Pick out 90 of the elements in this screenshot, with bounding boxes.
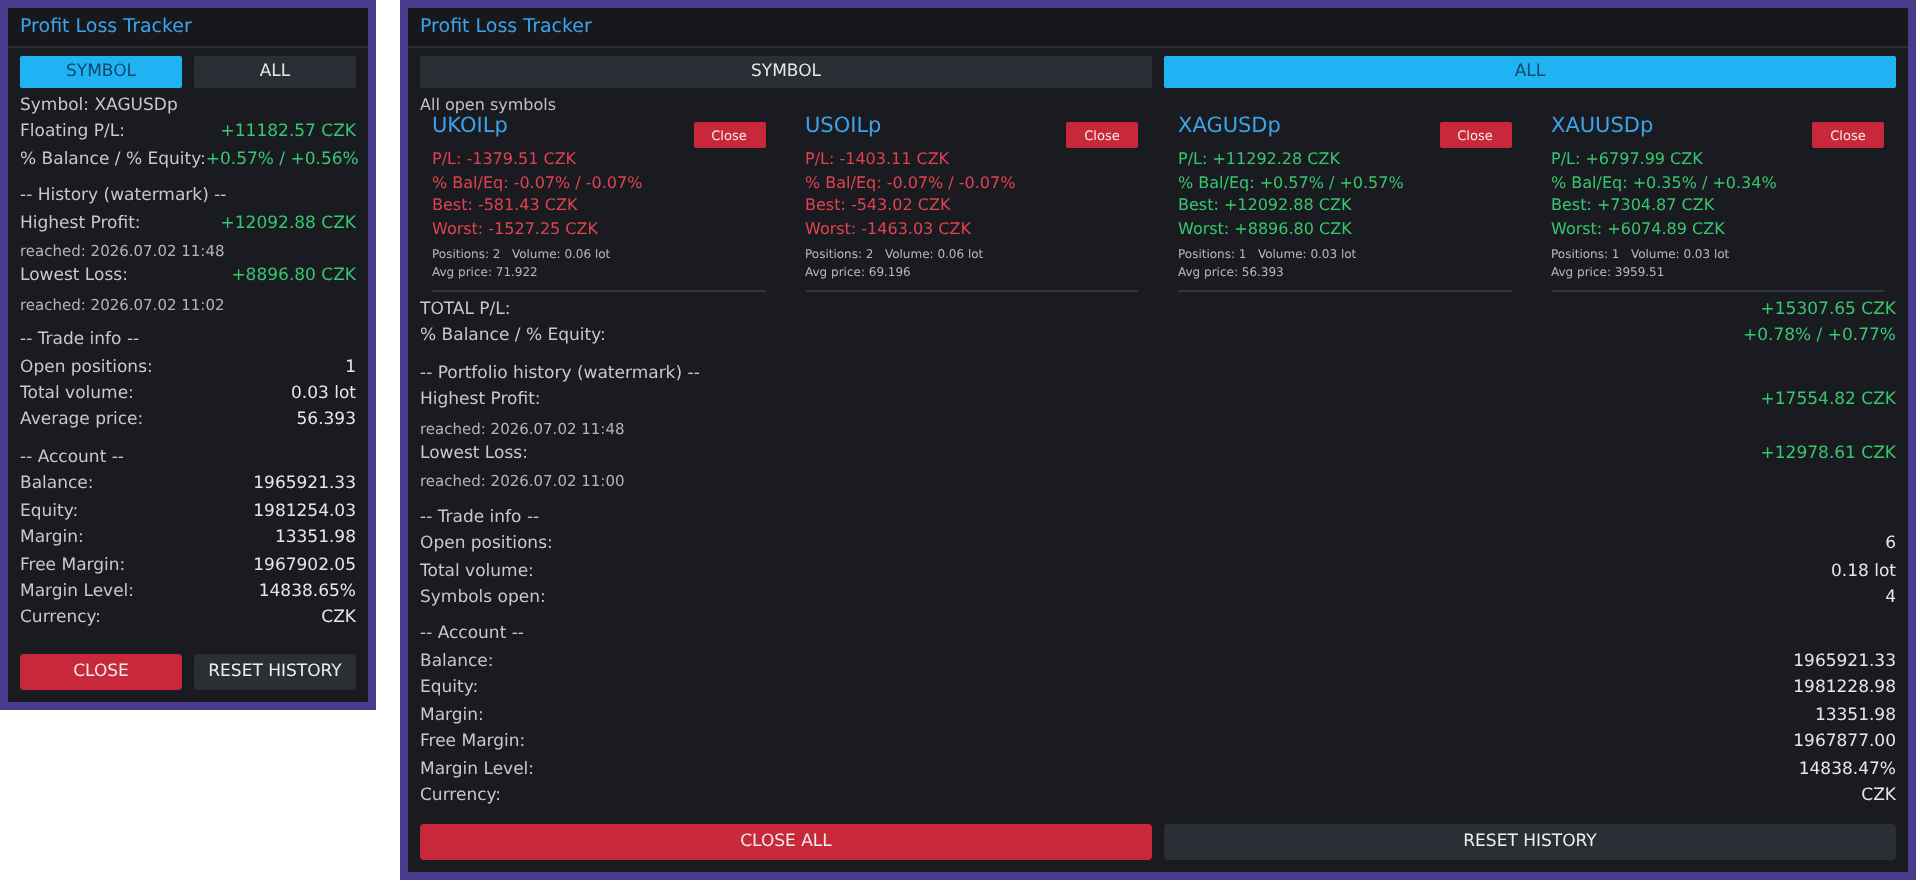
field-label: Free Margin: <box>420 730 526 757</box>
field-value: +12978.61 CZK <box>1760 442 1896 469</box>
field-label: Margin: <box>420 703 484 730</box>
field-label: Margin Level: <box>420 757 535 783</box>
field-value: +15307.65 CZK <box>1760 298 1896 324</box>
field-value: 13351.98 <box>1814 703 1896 730</box>
field-value: 0.03 lot <box>290 382 356 409</box>
symbol-name: UKOILp <box>432 114 508 138</box>
panel-title: Profit Loss Tracker <box>408 8 1908 48</box>
section-heading: -- Account -- <box>20 445 124 472</box>
field-label: Margin Level: <box>20 579 135 606</box>
field-label: Balance: <box>420 649 494 676</box>
card-stat: Best: -543.02 CZK <box>805 194 953 217</box>
field-label: Margin: <box>20 526 84 553</box>
field-value: +11182.57 CZK <box>220 120 356 147</box>
field-label: Floating P/L: <box>20 120 125 147</box>
card-stat: P/L: -1379.51 CZK <box>432 148 579 171</box>
field-label: Highest Profit: <box>420 388 541 415</box>
field-value: 1967877.00 <box>1793 730 1896 757</box>
reset-button[interactable]: RESET HISTORY <box>1164 824 1896 860</box>
field-label: % Balance / % Equity: <box>420 324 606 351</box>
field-value: 4 <box>1885 586 1896 613</box>
symbol-name: XAUUSDp <box>1551 114 1654 138</box>
card-stat: Best: +7304.87 CZK <box>1551 194 1717 217</box>
section-heading: -- Portfolio history (watermark) -- <box>420 361 700 388</box>
field-value: 13351.98 <box>274 526 356 553</box>
card-stat: Best: +12092.88 CZK <box>1178 194 1354 217</box>
field-label: Symbol: XAGUSDp <box>20 94 178 120</box>
section-heading: -- History (watermark) -- <box>20 184 227 211</box>
field-value: 1965921.33 <box>1793 649 1896 676</box>
card-stat: Best: -581.43 CZK <box>432 194 580 217</box>
field-label: Symbols open: <box>420 586 546 613</box>
field-value: CZK <box>1861 783 1896 810</box>
field-label: Lowest Loss: <box>420 442 528 469</box>
tab[interactable]: SYMBOL <box>20 56 182 88</box>
close-button[interactable]: CLOSE ALL <box>420 824 1152 860</box>
card-stat: % Bal/Eq: +0.57% / +0.57% <box>1178 171 1406 194</box>
card-stat: Worst: -1463.03 CZK <box>805 217 973 240</box>
card-stat: Worst: -1527.25 CZK <box>432 217 600 240</box>
field-value: 1981228.98 <box>1793 676 1896 703</box>
field-label: Average price: <box>20 408 144 435</box>
tab[interactable]: SYMBOL <box>420 56 1152 88</box>
reset-button[interactable]: RESET HISTORY <box>194 654 356 690</box>
card-stat: Worst: +6074.89 CZK <box>1551 217 1727 240</box>
field-value: 56.393 <box>296 408 356 435</box>
card-stat: P/L: +6797.99 CZK <box>1551 148 1705 171</box>
field-label: Equity: <box>420 676 479 703</box>
field-label: Free Margin: <box>20 553 126 579</box>
field-value: 1965921.33 <box>253 472 356 499</box>
field-value: 6 <box>1885 532 1896 559</box>
field-label: Lowest Loss: <box>20 264 128 291</box>
field-value: CZK <box>321 606 356 633</box>
card-stat: % Bal/Eq: +0.35% / +0.34% <box>1551 171 1779 194</box>
symbol-name: XAGUSDp <box>1178 114 1281 138</box>
field-value: 0.18 lot <box>1830 559 1896 586</box>
field-value: 1981254.03 <box>253 499 356 526</box>
field-label: % Balance / % Equity: <box>20 147 206 174</box>
symbol-name: USOILp <box>805 114 882 138</box>
field-value: +17554.82 CZK <box>1760 388 1896 415</box>
field-label: TOTAL P/L: <box>420 298 511 324</box>
tab[interactable]: ALL <box>194 56 356 88</box>
section-heading: -- Trade info -- <box>20 328 140 355</box>
field-value: +12092.88 CZK <box>220 211 356 238</box>
field-value: 1967902.05 <box>253 553 356 579</box>
field-label: Currency: <box>420 783 502 810</box>
field-value: 14838.47% <box>1798 757 1896 783</box>
card-stat: Worst: +8896.80 CZK <box>1178 217 1354 240</box>
field-value: +8896.80 CZK <box>231 264 356 291</box>
card-stat: % Bal/Eq: -0.07% / -0.07% <box>805 171 1018 194</box>
field-label: Highest Profit: <box>20 211 141 238</box>
caption: All open symbols <box>420 96 559 114</box>
card-stat: % Bal/Eq: -0.07% / -0.07% <box>432 171 645 194</box>
field-label: Total volume: <box>420 559 534 586</box>
field-value: +0.57% / +0.56% <box>205 147 359 174</box>
field-label: Open positions: <box>20 355 153 382</box>
field-label: Open positions: <box>420 532 553 559</box>
close-button[interactable]: CLOSE <box>20 654 182 690</box>
card-stat: P/L: +11292.28 CZK <box>1178 148 1342 171</box>
tab[interactable]: ALL <box>1164 56 1896 88</box>
field-value: +0.78% / +0.77% <box>1742 324 1896 351</box>
field-value: 14838.65% <box>258 579 356 606</box>
section-heading: -- Account -- <box>420 622 524 649</box>
panel-title: Profit Loss Tracker <box>8 8 368 48</box>
card-stat: P/L: -1403.11 CZK <box>805 148 952 171</box>
field-label: Balance: <box>20 472 94 499</box>
field-value: 1 <box>345 355 356 382</box>
field-label: Equity: <box>20 499 79 526</box>
field-label: Total volume: <box>20 382 134 409</box>
section-heading: -- Trade info -- <box>420 505 540 532</box>
field-label: Currency: <box>20 606 102 633</box>
